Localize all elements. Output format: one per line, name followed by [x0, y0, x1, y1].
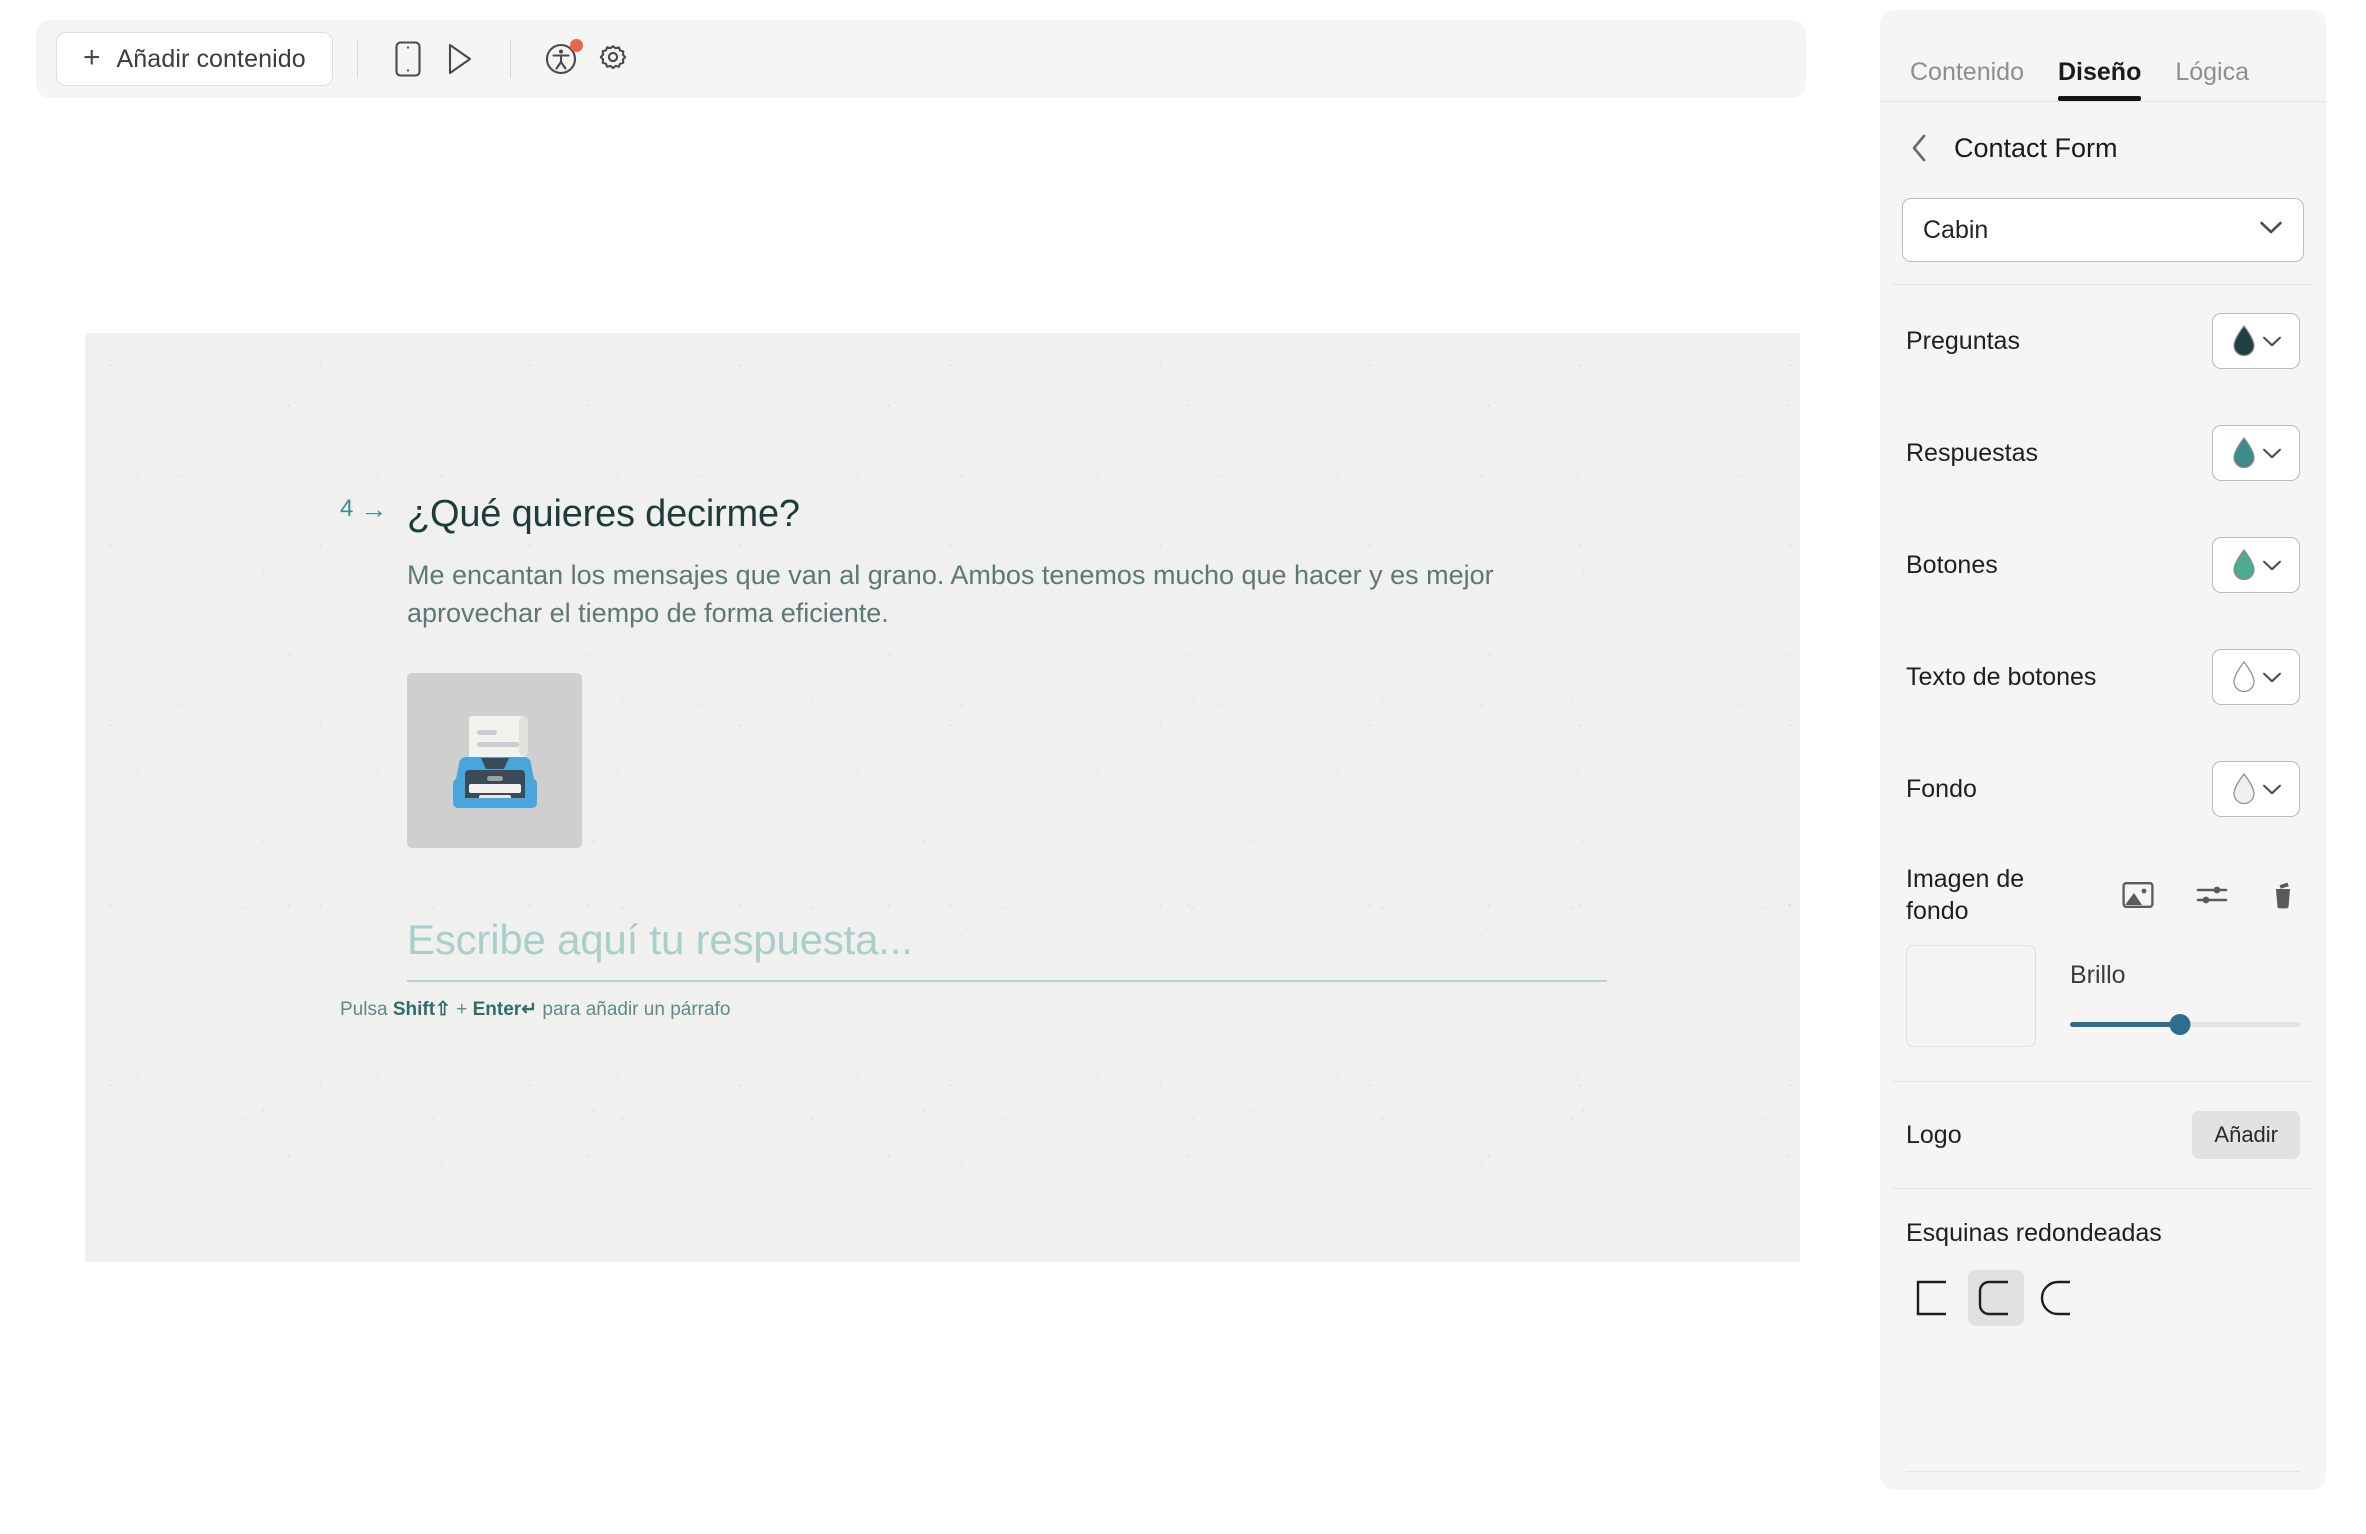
font-select-value: Cabin — [1923, 215, 1989, 244]
hint-plus: + — [450, 998, 473, 1020]
color-swatch-preguntas[interactable] — [2212, 313, 2300, 369]
droplet-icon — [2233, 325, 2255, 357]
arrow-right-icon: → — [360, 493, 388, 524]
corner-option-square[interactable] — [1906, 1270, 1962, 1326]
hint-key-enter: Enter — [472, 998, 522, 1020]
color-row-botones: Botones — [1880, 509, 2326, 621]
color-row-respuestas: Respuestas — [1880, 397, 2326, 509]
hint-suffix: para añadir un párrafo — [537, 998, 731, 1020]
mobile-preview-icon[interactable] — [382, 33, 434, 85]
question-block: 4 → ¿Qué quieres decirme? Me encantan lo… — [340, 493, 1607, 1021]
background-image-body: Brillo — [1906, 945, 2300, 1071]
corner-option-small-round[interactable] — [1968, 1270, 2024, 1326]
form-preview-canvas: 4 → ¿Qué quieres decirme? Me encantan lo… — [85, 333, 1800, 1262]
footer-divider — [1906, 1471, 2300, 1472]
chevron-down-icon — [2263, 336, 2281, 346]
color-label-botones: Botones — [1906, 550, 1998, 579]
color-label-respuestas: Respuestas — [1906, 438, 2039, 467]
hint-prefix: Pulsa — [340, 998, 393, 1020]
breadcrumb-title: Contact Form — [1954, 132, 2118, 163]
brightness-control: Brillo — [2070, 945, 2300, 1035]
trash-icon[interactable] — [2270, 880, 2296, 910]
color-swatch-respuestas[interactable] — [2212, 425, 2300, 481]
background-image-label: Imagen de fondo — [1906, 865, 2025, 925]
panel-tabs: Contenido Diseño Lógica — [1880, 10, 2326, 102]
droplet-icon — [2233, 773, 2255, 805]
color-label-fondo: Fondo — [1906, 774, 1977, 803]
slider-thumb[interactable] — [2169, 1014, 2191, 1035]
droplet-icon — [2233, 661, 2255, 693]
question-media-thumbnail[interactable] — [407, 672, 582, 848]
question-number: 4 → — [340, 495, 407, 523]
question-title: ¿Qué quieres decirme? — [407, 493, 800, 535]
printer-emoji — [452, 716, 537, 809]
tab-contenido[interactable]: Contenido — [1910, 58, 2024, 101]
background-image-thumbnail[interactable] — [1906, 945, 2036, 1047]
question-header: 4 → ¿Qué quieres decirme? — [340, 493, 1570, 536]
tab-logica[interactable]: Lógica — [2175, 58, 2249, 101]
color-label-texto-botones: Texto de botones — [1906, 662, 2097, 691]
hint-key-shift: Shift — [392, 998, 436, 1020]
accessibility-icon[interactable] — [535, 33, 587, 85]
color-swatch-texto-botones[interactable] — [2212, 649, 2300, 705]
background-image-actions — [2122, 880, 2300, 910]
color-swatch-botones[interactable] — [2212, 537, 2300, 593]
logo-label: Logo — [1906, 1120, 1962, 1149]
background-image-section: Imagen de fondo Brillo — [1880, 845, 2326, 1081]
add-content-label: Añadir contenido — [116, 44, 306, 73]
chevron-left-icon[interactable] — [1910, 133, 1928, 163]
chevron-down-icon — [2259, 220, 2283, 240]
chevron-down-icon — [2263, 560, 2281, 570]
enter-key-icon: ↵ — [521, 998, 538, 1020]
add-content-button[interactable]: + Añadir contenido — [56, 32, 333, 86]
chevron-down-icon — [2263, 672, 2281, 682]
image-icon[interactable] — [2122, 881, 2154, 909]
font-selector-wrap: Cabin — [1880, 194, 2326, 284]
background-image-header: Imagen de fondo — [1906, 863, 2300, 927]
panel-footer — [1880, 1471, 2326, 1490]
top-toolbar: + Añadir contenido — [36, 20, 1806, 98]
chevron-down-icon — [2263, 784, 2281, 794]
toolbar-divider-1 — [356, 40, 358, 78]
corner-option-large-round[interactable] — [2030, 1270, 2086, 1326]
color-label-preguntas: Preguntas — [1906, 326, 2020, 355]
color-row-fondo: Fondo — [1880, 733, 2326, 845]
gear-icon[interactable] — [587, 33, 639, 85]
adjust-sliders-icon[interactable] — [2196, 882, 2228, 908]
droplet-icon — [2233, 549, 2255, 581]
brightness-label: Brillo — [2070, 961, 2126, 989]
color-row-preguntas: Preguntas — [1880, 285, 2326, 397]
toolbar-divider-2 — [509, 40, 511, 78]
play-preview-icon[interactable] — [434, 33, 486, 85]
tab-diseno[interactable]: Diseño — [2057, 58, 2142, 101]
rounded-corners-label: Esquinas redondeadas — [1906, 1219, 2162, 1247]
font-select[interactable]: Cabin — [1902, 198, 2304, 262]
notification-dot — [569, 39, 583, 52]
color-row-texto-botones: Texto de botones — [1880, 621, 2326, 733]
brightness-slider[interactable] — [2070, 1014, 2300, 1035]
breadcrumb: Contact Form — [1880, 102, 2326, 194]
answer-underline — [407, 979, 1607, 982]
rounded-corners-section: Esquinas redondeadas — [1880, 1189, 2326, 1326]
color-swatch-fondo[interactable] — [2212, 761, 2300, 817]
logo-row: Logo Añadir — [1880, 1082, 2326, 1188]
slider-fill — [2070, 1022, 2181, 1027]
logo-add-button[interactable]: Añadir — [2192, 1111, 2300, 1159]
answer-field[interactable]: Escribe aquí tu respuesta... — [407, 916, 1607, 982]
answer-hint: Pulsa Shift⇧ + Enter↵ para añadir un pár… — [340, 998, 1570, 1021]
rounded-corners-options — [1906, 1270, 2300, 1326]
question-index: 4 — [340, 495, 354, 522]
plus-icon: + — [83, 40, 101, 74]
shift-key-icon: ⇧ — [435, 998, 451, 1020]
chevron-down-icon — [2263, 448, 2281, 458]
answer-placeholder: Escribe aquí tu respuesta... — [407, 915, 913, 963]
question-description: Me encantan los mensajes que van al gran… — [407, 560, 1494, 629]
design-panel: Contenido Diseño Lógica Contact Form Cab… — [1880, 10, 2326, 1490]
droplet-icon — [2233, 437, 2255, 469]
app-root: + Añadir contenido 4 → ¿Qué quieres deci… — [0, 0, 2366, 1534]
